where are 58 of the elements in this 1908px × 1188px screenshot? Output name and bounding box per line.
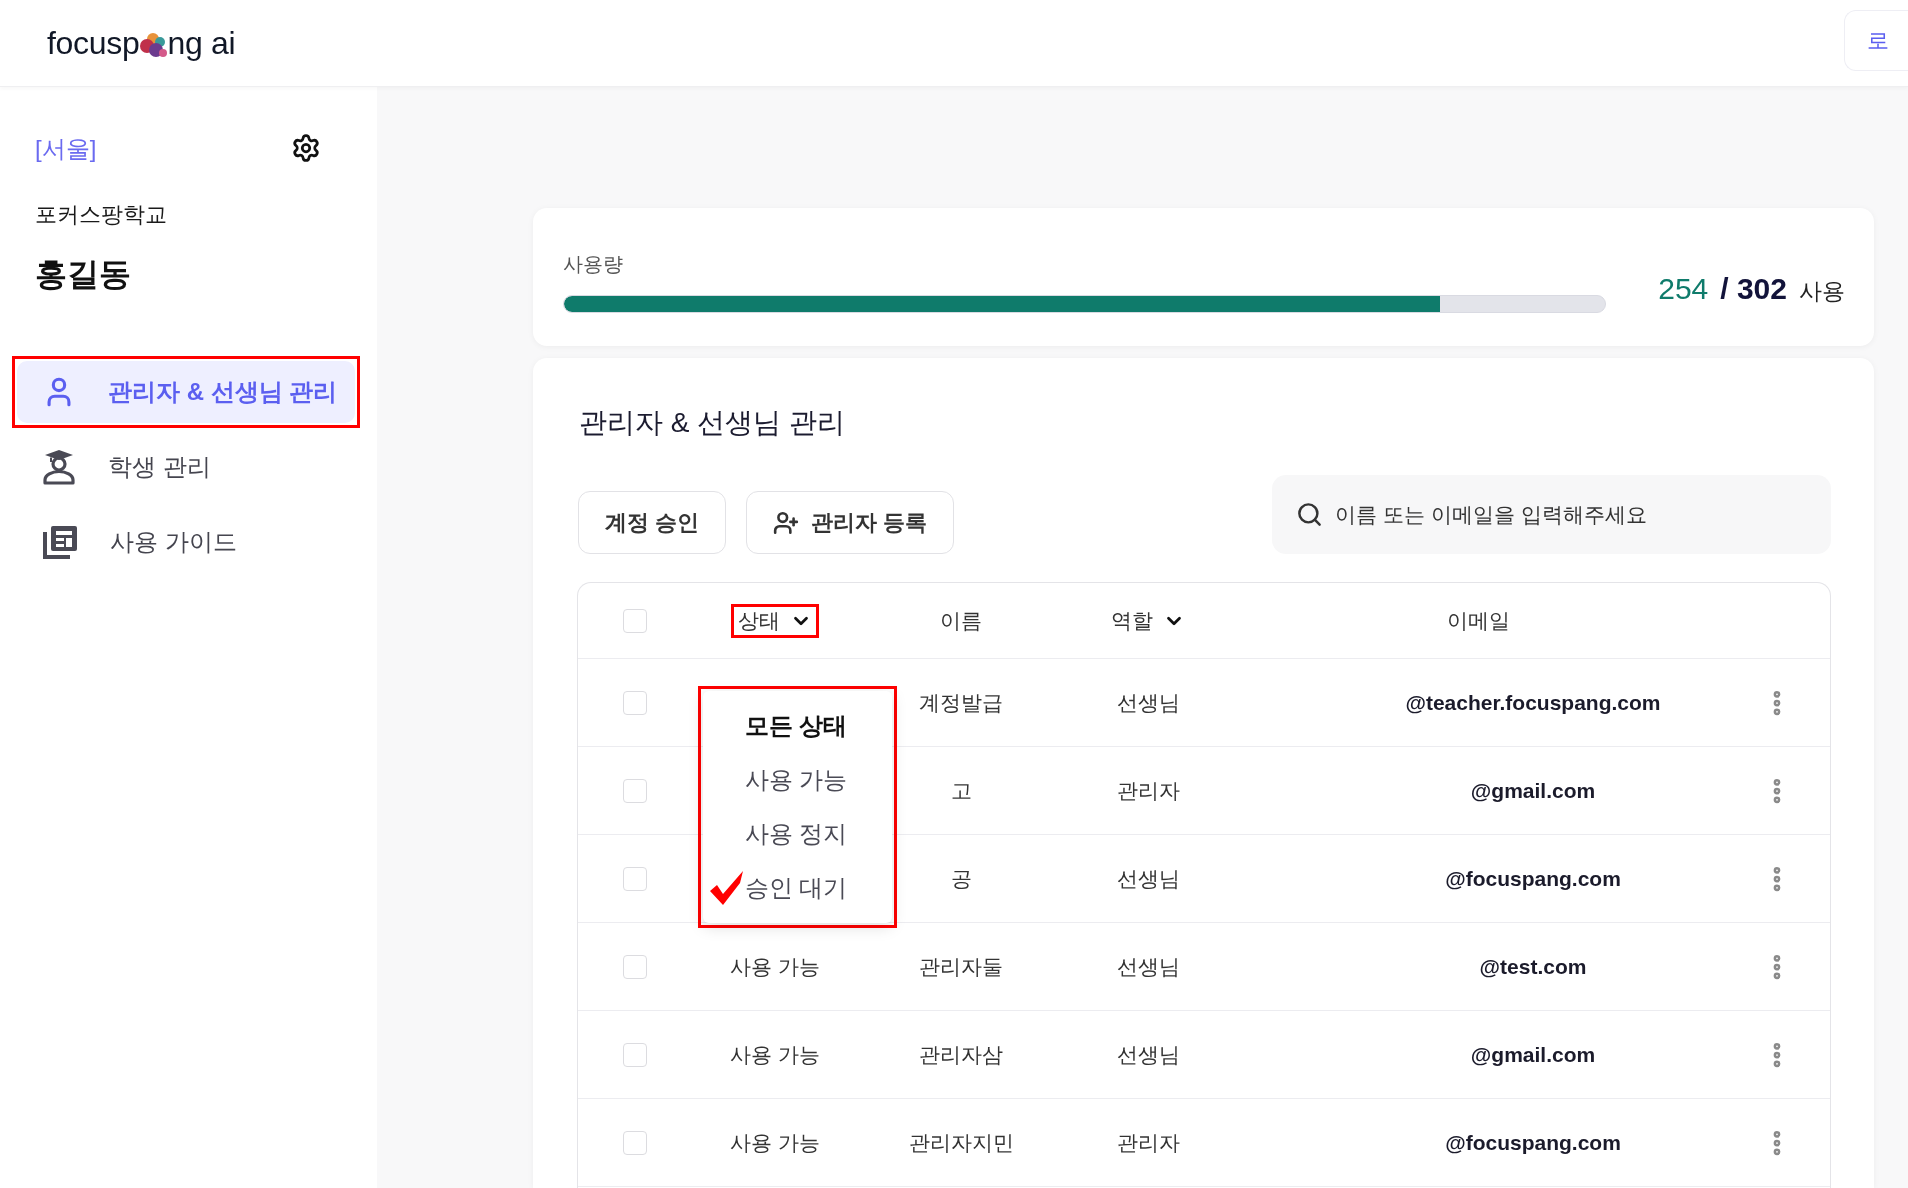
role-cell-text: 선생님	[1116, 689, 1180, 716]
email-cell: @gmail.com	[1470, 1042, 1596, 1067]
nav-item[interactable]: 사용 가이드	[17, 511, 355, 573]
usage-unit: 사용	[1799, 277, 1845, 306]
region-label: [서울]	[35, 133, 97, 163]
menu-option[interactable]: 사용 정지	[702, 806, 892, 861]
checkbox[interactable]	[623, 778, 647, 803]
school-name: 포커스팡학교	[35, 201, 167, 228]
name-cell-text: 관리자삼	[919, 1041, 1003, 1068]
column-header[interactable]: 역할	[1109, 606, 1187, 635]
logo-text: ng ai	[167, 24, 236, 63]
email-cell: @gmail.com	[1470, 778, 1596, 803]
column-header: 이메일	[1446, 607, 1510, 634]
checkbox[interactable]	[623, 954, 647, 979]
section-title: 관리자 & 선생님 관리	[579, 406, 845, 440]
nav-item[interactable]: 학생 관리	[17, 436, 355, 498]
role-cell-text: 선생님	[1116, 865, 1180, 892]
usage-label: 사용량	[563, 252, 623, 276]
status-cell-text: 사용 가능	[730, 1129, 820, 1156]
used-count: 254	[1658, 272, 1709, 306]
menu-option[interactable]: 사용 가능	[702, 752, 892, 807]
login-button[interactable]: 로	[1844, 10, 1908, 71]
nav-item[interactable]: 관리자 & 선생님 관리	[17, 361, 355, 423]
column-header[interactable]: 상태	[736, 606, 814, 635]
approve-button[interactable]: 계정 승인	[578, 491, 727, 554]
document-stack-icon	[42, 524, 78, 560]
add-admin-button[interactable]: 관리자 등록	[746, 491, 955, 554]
menu-option[interactable]: 모든 상태	[702, 698, 892, 753]
role-cell-text: 선생님	[1116, 953, 1180, 980]
checkbox[interactable]	[623, 866, 647, 891]
status-cell-text: 사용 가능	[730, 953, 820, 980]
search-icon	[1296, 501, 1323, 528]
role-cell-text: 관리자	[1116, 777, 1180, 804]
total-count: / 302	[1720, 272, 1787, 306]
status-cell-text: 사용 가능	[730, 1041, 820, 1068]
role-cell-text: 관리자	[1116, 1129, 1180, 1156]
column-header: 이름	[940, 607, 982, 634]
email-cell: @teacher.focuspang.com	[1405, 690, 1661, 715]
name-cell-text: 관리자지민	[908, 1129, 1014, 1156]
graduate-icon	[42, 449, 76, 485]
checkbox[interactable]	[623, 1042, 647, 1067]
brain-icon	[139, 33, 168, 59]
logo-text: focusp	[47, 24, 140, 63]
user-plus-icon	[773, 509, 800, 536]
checkbox[interactable]	[623, 1130, 647, 1155]
email-cell: @focuspang.com	[1445, 1130, 1621, 1155]
name-cell-text: 공	[950, 865, 972, 892]
menu-option[interactable]: 승인 대기	[702, 860, 892, 915]
role-cell-text: 선생님	[1116, 1041, 1180, 1068]
name-cell-text: 계정발급	[919, 689, 1003, 716]
email-cell: @test.com	[1479, 954, 1587, 979]
name-cell-text: 관리자둘	[919, 953, 1003, 980]
checkbox[interactable]	[623, 608, 647, 633]
email-cell: @focuspang.com	[1445, 866, 1621, 891]
checkbox[interactable]	[623, 690, 647, 715]
settings-icon[interactable]	[291, 133, 321, 163]
name-cell-text: 고	[950, 777, 972, 804]
user-name: 홍길동	[35, 255, 131, 293]
